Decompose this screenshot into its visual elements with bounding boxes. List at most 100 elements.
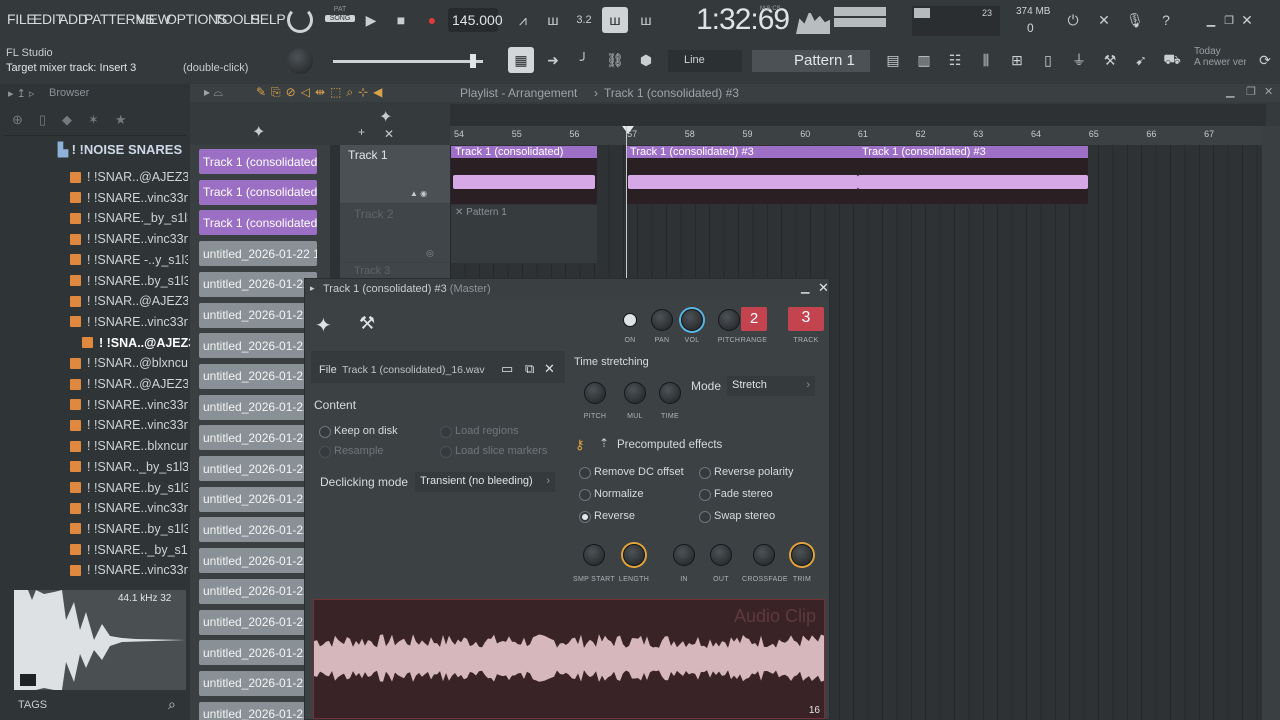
browser-item[interactable]: ! !SNARE -..y_s1l3nt [70,250,188,270]
playlist-close-icon[interactable]: ✕ [1264,85,1273,98]
close-icon[interactable]: ✕ [1234,7,1260,33]
tags-label[interactable]: TAGS [18,699,47,711]
playlist-overview[interactable] [450,104,1266,126]
clear-file-icon[interactable]: ✕ [544,361,555,377]
plugin-icon[interactable]: ⏚ [1066,47,1092,73]
loop-record-icon[interactable]: ш [633,7,659,33]
channel-settings-titlebar[interactable]: Track 1 (consolidated) #3 (Master) [305,279,829,299]
browser-item[interactable]: ! !SNARE..vinc33nt_ [70,415,188,435]
pitch-knob[interactable] [718,309,740,331]
browser-item[interactable]: ! !SNARE..vinc33nt_ [70,395,188,415]
playlist-nav-icon[interactable]: ▸ ⌓ [204,85,223,100]
browser-nav-icon[interactable]: ▸ ↥ ▹ [8,87,34,100]
mixer-icon[interactable]: ⫼ [973,47,999,73]
length-knob[interactable] [623,544,645,566]
declicking-select[interactable]: Transient (no bleeding) › [415,472,555,492]
reverse-checkbox[interactable] [579,511,591,523]
ts-time-knob[interactable] [659,382,681,404]
clip-source-item[interactable]: untitled_2026-01-22 [199,701,317,720]
clip-source-item[interactable]: untitled_2026-01-22 [199,670,317,696]
playlist-snap-icon[interactable]: ✦ [379,107,392,127]
microphone-icon[interactable]: 🎙 [1122,7,1148,33]
clip-source-item[interactable]: untitled_2026-01-22 [199,609,317,635]
volume-knob[interactable] [681,309,703,331]
playlist-titlebar[interactable]: ▸ ⌓ ✎⎘⊘◁⇹⬚⌕⊹◀ Playlist - Arrangement › T… [190,84,1280,102]
record-icon[interactable]: ● [419,7,445,33]
tools-icon[interactable]: ✕ [1091,7,1117,33]
clip-source-item[interactable]: untitled_2026-01-22 [199,394,317,420]
preview-stop-icon[interactable] [20,674,36,686]
browser-item[interactable]: ! !SNAR..@AJEZ333 [70,291,188,311]
clip-source-item[interactable]: untitled_2026-01-22 [199,486,317,512]
browser-item[interactable]: ! !SNARE.._by_s1l3nt [70,540,188,560]
clip-source-item[interactable]: Track 1 (consolidated) [199,210,317,236]
channel-rack-icon[interactable]: ▥ [911,47,937,73]
playlist-restore-icon[interactable]: ❐ [1246,85,1256,98]
load-regions-checkbox[interactable] [440,426,452,438]
link-icon[interactable]: ⛓ [602,47,628,73]
track-1-header[interactable]: Track 1 ▲ ◉ [340,145,450,203]
fade-in-knob[interactable] [673,544,695,566]
browser-item[interactable]: ! !SNARE..vinc33nt_ [70,560,188,580]
resample-checkbox[interactable] [319,446,331,458]
master-volume-handle[interactable] [470,54,476,68]
clip-source-item[interactable]: untitled_2026-01-22 [199,271,317,297]
clip-source-item[interactable]: untitled_2026-01-22 [199,548,317,574]
arr-clip-2[interactable]: Track 1 (consolidated) #3 [626,146,858,158]
sample-start-knob[interactable] [583,544,605,566]
metronome-icon[interactable]: ⩘ [510,7,536,33]
wrench-icon[interactable]: ⚒ [359,313,375,334]
clip-source-item[interactable]: untitled_2026-01-22 [199,456,317,481]
piano-roll-window-icon[interactable]: ☷ [942,47,968,73]
clip-source-item[interactable]: Track 1 (consolidated) [199,179,317,205]
track-2-header[interactable]: Track 2 ◎ [340,204,450,262]
precomputed-arrow-icon[interactable]: ⇡ [599,436,609,450]
stop-icon[interactable]: ■ [388,7,414,33]
wait-input-icon[interactable]: ш [540,7,566,33]
pan-knob[interactable] [651,309,673,331]
fade-out-knob[interactable] [710,544,732,566]
browser-item[interactable]: ! !SNAR..@blxncuro [70,353,188,373]
sample-waveform-panel[interactable]: Audio Clip 16 [313,599,825,719]
browser-item[interactable]: ! !SNARE..blxncuro [70,436,188,456]
crossfade-knob[interactable] [753,544,775,566]
browser-folder[interactable]: ▙ ! !NOISE SNARES [58,142,182,158]
load-slice-checkbox[interactable] [440,446,452,458]
clip-source-item[interactable]: untitled_2026-01-22 [199,425,317,451]
piano-roll-icon[interactable]: ▦ [508,47,534,73]
pitch-range-value[interactable]: 2 [741,307,767,331]
arrow-right-icon[interactable]: ➜ [540,47,566,73]
browser-item[interactable]: ! !SNARE..by_s1l3nt [70,478,188,498]
add-track-icon[interactable]: + [358,125,365,139]
playlist-tools-icon[interactable]: ✎⎘⊘◁⇹⬚⌕⊹◀ [256,85,387,100]
track-3-header[interactable]: Track 3 [340,263,450,278]
play-icon[interactable]: ▶ [358,7,384,33]
countdown-icon[interactable]: 3.2 [571,7,597,33]
project-icon[interactable]: ▯ [1035,47,1061,73]
pattern-selector[interactable]: Pattern 1 [752,50,870,72]
arr-clip-1[interactable]: Track 1 (consolidated) [451,146,597,158]
clip-source-item[interactable]: untitled_2026-01-22 [199,517,317,543]
news-panel[interactable]: Today A newer versi... [1194,46,1250,68]
mixer-track-value[interactable]: 3 [788,307,824,331]
browser-item[interactable]: ! !SNARE._by_s1l3nt [70,208,188,228]
reverse-polarity-checkbox[interactable] [699,467,711,479]
channel-arrow-icon[interactable]: ▸ [310,283,315,294]
browser-item[interactable]: ! !SNA..@AJEZ333 [82,333,200,353]
browser-item[interactable]: ! !SNARE..by_s1l3nt [70,519,188,539]
tempo-display[interactable]: 145.000 [448,8,503,32]
channel-minimize-icon[interactable]: ▁ [801,281,809,294]
edison-icon[interactable]: ⚒ [1097,47,1123,73]
playlist-minimize-icon[interactable]: ▁ [1226,85,1234,98]
power-icon[interactable]: ⏻ [1060,7,1086,33]
step-edit-icon[interactable]: ш [602,7,628,33]
draw-icon[interactable]: ╯ [571,47,597,73]
stamp-icon[interactable]: ⬢ [633,47,659,73]
browser-item[interactable]: ! !SNAR..@AJEZ333 [70,167,188,187]
master-volume-slider[interactable] [333,60,483,63]
ts-mul-knob[interactable] [624,382,646,404]
clip-source-item[interactable]: untitled_2026-01-22 [199,302,317,328]
browser-item[interactable]: ! !SNARE..vinc33nt_ [70,229,188,249]
clip-source-item[interactable]: untitled_2026-01-22 [199,578,317,604]
shop-icon[interactable]: ⛟ [1159,47,1185,73]
